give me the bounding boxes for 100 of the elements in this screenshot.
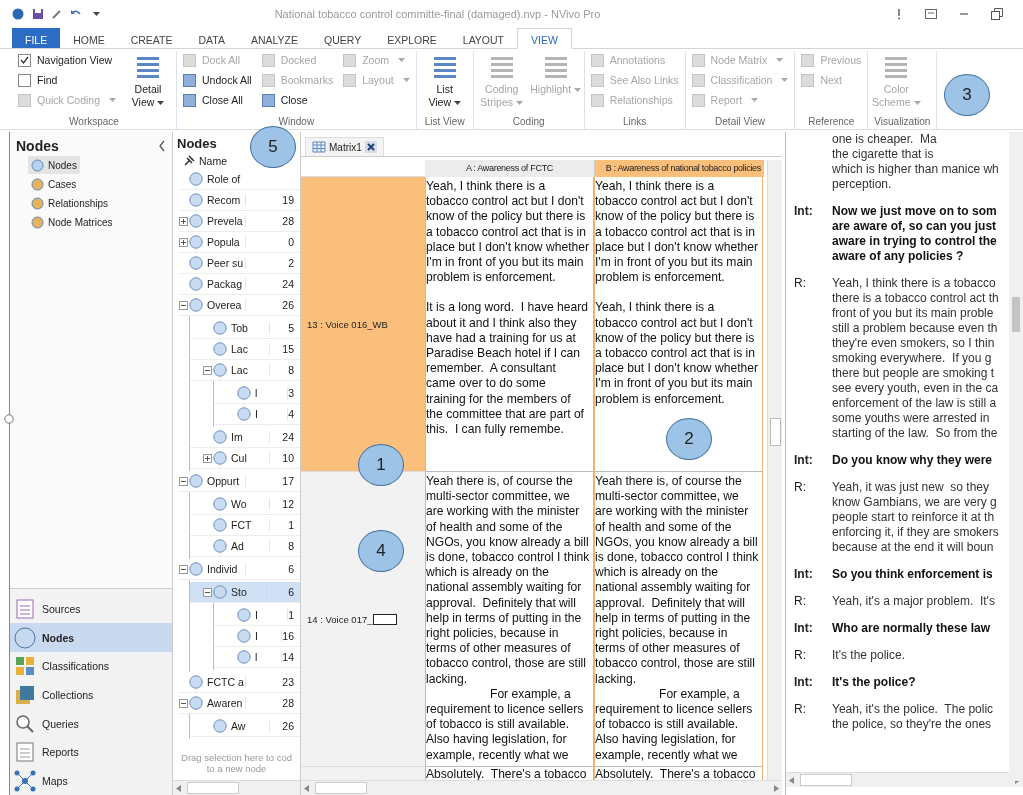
node-name: Lac [231,343,249,355]
ribbon-tab[interactable]: CREATE [117,28,186,48]
ribbon-tab[interactable]: ANALYZE [237,28,312,48]
vertical-scrollbar[interactable] [1009,132,1023,781]
column-header[interactable]: Name [199,155,227,167]
node-row[interactable]: Awaren 28 [179,693,300,714]
horizontal-scrollbar[interactable] [173,780,300,795]
collapse-icon[interactable] [179,564,188,574]
nav-section[interactable]: Maps [10,766,172,795]
nav-item[interactable]: Node Matrices [28,213,116,231]
node-row[interactable]: FCT 1 [190,515,300,536]
node-row[interactable]: Lac 15 [190,339,300,360]
scroll-thumb[interactable] [315,782,367,794]
nav-section[interactable]: Collections [10,680,172,710]
document-tab[interactable]: Matrix1 [305,137,384,156]
node-row[interactable]: Cul 10 [190,448,300,469]
ribbon-button[interactable]: Close [261,91,334,109]
ribbon-display-icon[interactable] [925,9,937,19]
close-icon[interactable] [364,141,377,153]
ribbon-tab[interactable]: LAYOUT [449,28,518,48]
nav-item[interactable]: Nodes [28,156,80,174]
horizontal-scrollbar[interactable] [301,780,782,795]
node-icon [237,629,251,643]
ribbon-tab[interactable]: VIEW [517,28,572,49]
node-row[interactable]: Prevela 28 [179,211,300,232]
nav-section[interactable]: Queries [10,709,172,738]
node-row[interactable]: Oppurt 17 [179,471,300,492]
collapse-icon[interactable] [203,587,212,597]
ribbon-tab[interactable]: QUERY [311,28,375,48]
pin-icon[interactable] [183,155,195,167]
expand-icon[interactable] [203,453,212,463]
column-header[interactable]: B : Awareness of national tobacco policies [595,160,764,177]
collapse-icon[interactable] [179,698,188,708]
folders-icon [14,683,36,706]
ribbon-button[interactable]: List View [422,51,467,109]
matrix-cell[interactable] [425,177,594,472]
checkbox[interactable]: Navigation View [18,51,117,69]
node-row[interactable]: Im 24 [190,427,300,448]
node-row[interactable]: FCTC a 23 [179,672,300,693]
ribbon-tab[interactable]: EXPLORE [374,28,450,48]
scroll-left-icon[interactable] [304,784,310,792]
nav-section[interactable]: Reports [10,737,172,767]
node-row[interactable]: Aw 26 [190,716,300,737]
help-icon[interactable] [895,8,903,20]
ribbon-tab[interactable]: HOME [60,28,118,48]
node-row[interactable]: Tob 5 [190,318,300,339]
node-row[interactable]: I 4 [214,404,300,425]
ribbon-button[interactable]: Detail View [126,51,171,109]
node-row[interactable]: Lac 8 [190,360,300,381]
column-header[interactable]: A : Awareness of FCTC [425,160,595,177]
horizontal-scrollbar[interactable] [786,772,1023,787]
scroll-left-icon[interactable] [176,784,182,792]
node-row[interactable]: Role of [179,169,300,190]
nav-section[interactable]: Classifications [10,652,172,681]
matrix-cell[interactable] [594,472,763,767]
resize-handle-icon[interactable] [4,414,14,424]
app-icon[interactable] [12,8,24,20]
collapse-icon[interactable] [179,476,188,486]
node-row[interactable]: Individ 6 [179,559,300,580]
expand-icon[interactable] [179,216,188,226]
node-row[interactable]: l 14 [214,647,300,668]
nav-item[interactable]: Relationships [28,194,112,212]
transcript-line: they're even smokers, so I thin [832,336,996,351]
node-row[interactable]: Ad 8 [190,536,300,557]
reference-count: 12 [269,498,300,510]
node-row[interactable]: Packag 24 [179,274,300,295]
reference-count: 17 [245,475,300,487]
pen-icon[interactable] [52,9,62,19]
scroll-left-icon[interactable] [789,776,795,784]
nav-section[interactable]: Sources [10,594,172,624]
node-row[interactable]: Peer su 2 [179,253,300,274]
node-row[interactable]: I 1 [214,605,300,626]
nav-item[interactable]: Cases [28,175,80,193]
restore-icon[interactable] [991,8,1003,20]
rename-field[interactable] [372,613,397,625]
vertical-scrollbar[interactable] [767,160,782,780]
node-icon [189,474,203,488]
node-row[interactable]: Sto 6 [190,582,300,603]
matrix-cell[interactable] [594,177,763,472]
collapse-pane-icon[interactable] [158,140,166,152]
ribbon-button[interactable]: Close All [183,91,252,109]
collapse-icon[interactable] [203,365,212,375]
node-row[interactable]: l 3 [214,383,300,404]
node-row[interactable]: Wo 12 [190,494,300,515]
matrix-cell[interactable] [425,472,594,767]
scroll-right-icon[interactable] [773,784,779,792]
expand-icon[interactable] [179,237,188,247]
collapse-icon[interactable] [179,300,188,310]
node-row[interactable]: Recom 19 [179,190,300,211]
node-icon [189,235,203,249]
group-label: Visualization [874,116,931,129]
save-icon[interactable] [32,8,44,20]
node-row[interactable]: I 16 [214,626,300,647]
nav-section[interactable]: Nodes [10,623,172,653]
node-row[interactable]: Popula 0 [179,232,300,253]
ribbon-tab[interactable]: FILE [12,28,61,48]
ribbon-tab[interactable]: DATA [185,28,238,48]
ribbon-button[interactable]: Undock All [183,71,252,89]
node-row[interactable]: Overea 26 [179,295,300,316]
checkbox[interactable]: Find [18,71,117,89]
